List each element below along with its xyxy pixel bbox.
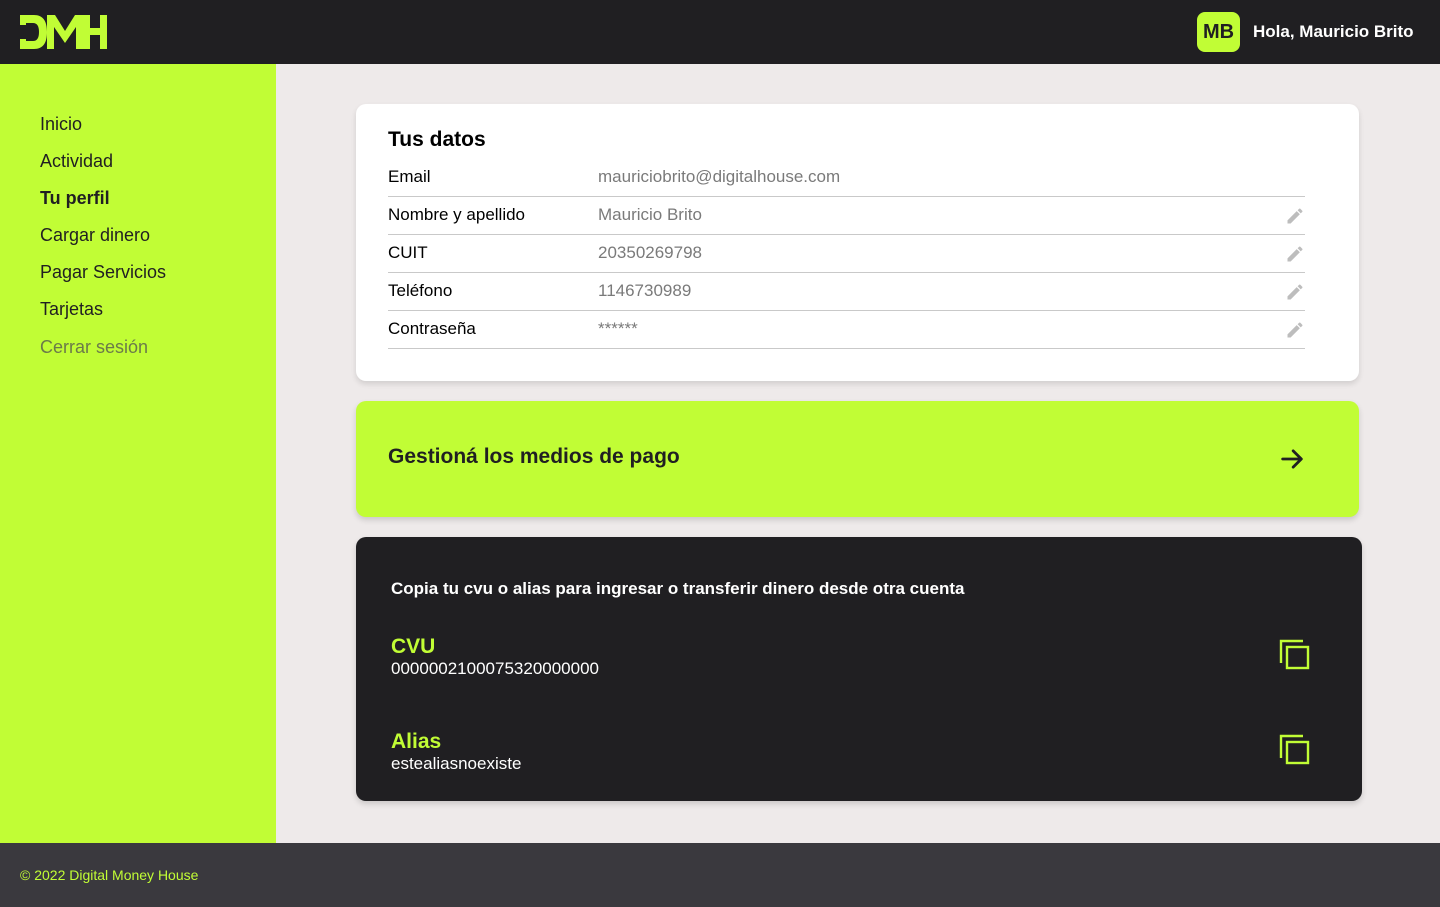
- field-label: Email: [388, 167, 431, 186]
- profile-row-password: Contraseña ******: [388, 311, 1305, 349]
- footer: © 2022 Digital Money House: [0, 843, 1440, 907]
- profile-row-email: Email mauriciobrito@digitalhouse.com: [388, 159, 1305, 197]
- pencil-icon: [1287, 246, 1303, 262]
- copy-cvu-button[interactable]: [1279, 639, 1311, 671]
- avatar[interactable]: MB: [1197, 12, 1240, 52]
- field-label: Teléfono: [388, 281, 453, 300]
- sidebar-item-cargar-dinero[interactable]: Cargar dinero: [40, 225, 150, 246]
- sidebar: Inicio Actividad Tu perfil Cargar dinero…: [0, 64, 276, 843]
- sidebar-item-pagar-servicios[interactable]: Pagar Servicios: [40, 262, 166, 283]
- field-value: mauriciobrito@digitalhouse.com: [598, 167, 841, 186]
- copy-icon: [1279, 734, 1310, 765]
- payment-methods-button[interactable]: Gestioná los medios de pago: [356, 401, 1359, 517]
- pencil-icon: [1287, 322, 1303, 338]
- account-info-card: Copia tu cvu o alias para ingresar o tra…: [356, 537, 1362, 801]
- edit-cuit-button[interactable]: [1285, 244, 1305, 264]
- alias-title: Alias: [391, 730, 442, 753]
- field-value: Mauricio Brito: [598, 205, 702, 224]
- arrow-right-icon: [1281, 449, 1303, 469]
- profile-card: Tus datos Email mauriciobrito@digitalhou…: [356, 104, 1359, 381]
- edit-password-button[interactable]: [1285, 320, 1305, 340]
- field-value: ******: [598, 319, 638, 338]
- top-header: MB Hola, Mauricio Brito: [0, 0, 1440, 64]
- profile-row-name: Nombre y apellido Mauricio Brito: [388, 197, 1305, 235]
- sidebar-item-tu-perfil[interactable]: Tu perfil: [40, 188, 110, 209]
- edit-phone-button[interactable]: [1285, 282, 1305, 302]
- profile-row-phone: Teléfono 1146730989: [388, 273, 1305, 311]
- sidebar-item-actividad[interactable]: Actividad: [40, 151, 113, 172]
- sidebar-item-cerrar-sesion[interactable]: Cerrar sesión: [40, 337, 148, 358]
- field-label: Contraseña: [388, 319, 476, 338]
- field-label: Nombre y apellido: [388, 205, 526, 224]
- payment-methods-label: Gestioná los medios de pago: [388, 445, 680, 468]
- sidebar-item-tarjetas[interactable]: Tarjetas: [40, 299, 103, 320]
- field-label: CUIT: [388, 243, 428, 262]
- profile-card-title: Tus datos: [388, 128, 486, 151]
- profile-row-cuit: CUIT 20350269798: [388, 235, 1305, 273]
- copy-alias-button[interactable]: [1279, 734, 1311, 766]
- field-value: 20350269798: [598, 243, 703, 262]
- field-value: 1146730989: [598, 281, 692, 300]
- copyright-text: © 2022 Digital Money House: [20, 867, 199, 883]
- account-info-intro: Copia tu cvu o alias para ingresar o tra…: [391, 579, 965, 598]
- cvu-title: CVU: [391, 635, 436, 658]
- pencil-icon: [1287, 284, 1303, 300]
- copy-icon: [1279, 639, 1310, 670]
- edit-name-button[interactable]: [1285, 206, 1305, 226]
- cvu-value: 0000002100075320000000: [391, 659, 600, 678]
- alias-value: estealiasnoexiste: [391, 754, 522, 773]
- dmh-logo-icon: [20, 15, 107, 49]
- user-greeting: Hola, Mauricio Brito: [1253, 22, 1414, 41]
- sidebar-item-inicio[interactable]: Inicio: [40, 114, 82, 135]
- dmh-logo[interactable]: [20, 15, 108, 54]
- pencil-icon: [1287, 208, 1303, 224]
